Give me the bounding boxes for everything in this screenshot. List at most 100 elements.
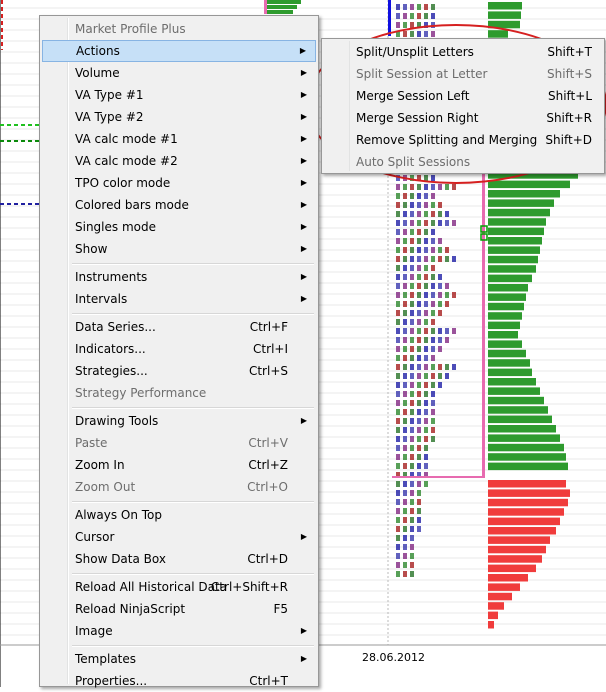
- menu-item-va-type-2[interactable]: VA Type #2 ▶: [42, 106, 316, 128]
- tpo-letter: [396, 283, 400, 289]
- tpo-letter: [424, 247, 428, 253]
- tpo-letter: [424, 337, 428, 343]
- menu-item-indicators[interactable]: Indicators... Ctrl+I: [42, 338, 316, 360]
- menu-item-label: Data Series...: [75, 320, 156, 334]
- menu-item-templates[interactable]: Templates ▶: [42, 648, 316, 670]
- submenu-item-remove-splitting-and-merging[interactable]: Remove Splitting and Merging Shift+D: [324, 129, 602, 151]
- tpo-letter: [403, 292, 407, 298]
- tpo-letter: [410, 292, 414, 298]
- menu-item-zoom-in[interactable]: Zoom In Ctrl+Z: [42, 454, 316, 476]
- menu-item-properties[interactable]: Properties... Ctrl+T: [42, 670, 316, 692]
- tpo-letter: [403, 364, 407, 370]
- tpo-letter: [403, 211, 407, 217]
- menu-item-strategies[interactable]: Strategies... Ctrl+S: [42, 360, 316, 382]
- tpo-letter: [417, 31, 421, 37]
- menu-item-shortcut: Ctrl+D: [247, 552, 288, 566]
- tpo-letter: [403, 499, 407, 505]
- menu-item-show-data-box[interactable]: Show Data Box Ctrl+D: [42, 548, 316, 570]
- tpo-letter: [431, 274, 435, 280]
- submenu-item-split-unsplit-letters[interactable]: Split/Unsplit Letters Shift+T: [324, 41, 602, 63]
- tpo-letter: [452, 256, 456, 262]
- tpo-letter: [424, 202, 428, 208]
- tpo-letter: [438, 211, 442, 217]
- tpo-letter: [396, 544, 400, 550]
- profile-bar-sell: [488, 545, 546, 554]
- tpo-letter: [417, 382, 421, 388]
- tpo-letter: [410, 256, 414, 262]
- profile-bar-sell: [488, 555, 542, 563]
- tpo-letter: [417, 400, 421, 406]
- tpo-letter: [396, 409, 400, 415]
- tpo-letter: [410, 490, 414, 496]
- profile-bar-sell: [488, 480, 566, 488]
- tpo-letter: [438, 328, 442, 334]
- profile-bar-buy: [488, 396, 544, 405]
- menu-item-actions[interactable]: Actions ▶: [42, 40, 316, 62]
- menu-item-va-calc-mode-1[interactable]: VA calc mode #1 ▶: [42, 128, 316, 150]
- tpo-letter: [424, 184, 428, 190]
- submenu-item-shortcut: Shift+T: [547, 45, 592, 59]
- tpo-letter: [403, 562, 407, 568]
- tpo-letter: [417, 337, 421, 343]
- menu-item-image[interactable]: Image ▶: [42, 620, 316, 642]
- submenu-item-split-session-at-letter: Split Session at Letter Shift+S: [324, 63, 602, 85]
- tpo-letter: [403, 526, 407, 532]
- menu-item-drawing-tools[interactable]: Drawing Tools ▶: [42, 410, 316, 432]
- profile-bar: [267, 10, 293, 14]
- menu-item-cursor[interactable]: Cursor ▶: [42, 526, 316, 548]
- tpo-letter: [424, 409, 428, 415]
- tpo-letter: [403, 454, 407, 460]
- menu-item-label: Paste: [75, 436, 108, 450]
- menu-item-label: Strategies...: [75, 364, 148, 378]
- tpo-letter: [424, 13, 428, 19]
- tpo-letter: [438, 346, 442, 352]
- tpo-letter: [438, 184, 442, 190]
- tpo-letter: [403, 571, 407, 577]
- submenu-item-label: Merge Session Right: [356, 111, 479, 125]
- tpo-letter: [396, 445, 400, 451]
- submenu-item-merge-session-left[interactable]: Merge Session Left Shift+L: [324, 85, 602, 107]
- tpo-letter: [403, 346, 407, 352]
- menu-item-always-on-top[interactable]: Always On Top: [42, 504, 316, 526]
- tpo-letter: [410, 427, 414, 433]
- tpo-letter: [403, 400, 407, 406]
- menu-item-volume[interactable]: Volume ▶: [42, 62, 316, 84]
- menu-item-reload-ninjascript[interactable]: Reload NinjaScript F5: [42, 598, 316, 620]
- actions-submenu: Split/Unsplit Letters Shift+T Split Sessio…: [321, 38, 605, 174]
- tpo-letter: [403, 337, 407, 343]
- submenu-arrow-icon: ▶: [300, 222, 307, 231]
- menu-item-instruments[interactable]: Instruments ▶: [42, 266, 316, 288]
- menu-item-shortcut: Ctrl+S: [248, 364, 288, 378]
- tpo-letter: [417, 454, 421, 460]
- menu-item-label: Reload NinjaScript: [75, 602, 186, 616]
- submenu-item-merge-session-right[interactable]: Merge Session Right Shift+R: [324, 107, 602, 129]
- tpo-letter: [403, 301, 407, 307]
- submenu-item-shortcut: Shift+S: [547, 67, 592, 81]
- menu-item-va-calc-mode-2[interactable]: VA calc mode #2 ▶: [42, 150, 316, 172]
- tpo-letter: [396, 382, 400, 388]
- tpo-letter: [403, 319, 407, 325]
- menu-item-data-series[interactable]: Data Series... Ctrl+F: [42, 316, 316, 338]
- menu-item-reload-all-historical-data[interactable]: Reload All Historical Data Ctrl+Shift+R: [42, 576, 316, 598]
- tpo-letter: [452, 220, 456, 226]
- menu-item-va-type-1[interactable]: VA Type #1 ▶: [42, 84, 316, 106]
- tpo-letter: [417, 436, 421, 442]
- menu-item-singles-mode[interactable]: Singles mode ▶: [42, 216, 316, 238]
- menu-item-intervals[interactable]: Intervals ▶: [42, 288, 316, 310]
- tpo-letter: [445, 283, 449, 289]
- tpo-letter: [424, 346, 428, 352]
- tpo-letter: [431, 427, 435, 433]
- menu-item-colored-bars-mode[interactable]: Colored bars mode ▶: [42, 194, 316, 216]
- tpo-letter: [396, 391, 400, 397]
- tpo-letter: [410, 382, 414, 388]
- menu-item-label: Colored bars mode: [75, 198, 189, 212]
- menu-item-show[interactable]: Show ▶: [42, 238, 316, 260]
- tpo-letter: [431, 409, 435, 415]
- tpo-letter: [396, 274, 400, 280]
- menu-item-tpo-color-mode[interactable]: TPO color mode ▶: [42, 172, 316, 194]
- submenu-arrow-icon: ▶: [300, 626, 307, 635]
- tpo-letter: [396, 13, 400, 19]
- tpo-letter: [396, 238, 400, 244]
- tpo-letter: [417, 265, 421, 271]
- tpo-letter: [396, 418, 400, 424]
